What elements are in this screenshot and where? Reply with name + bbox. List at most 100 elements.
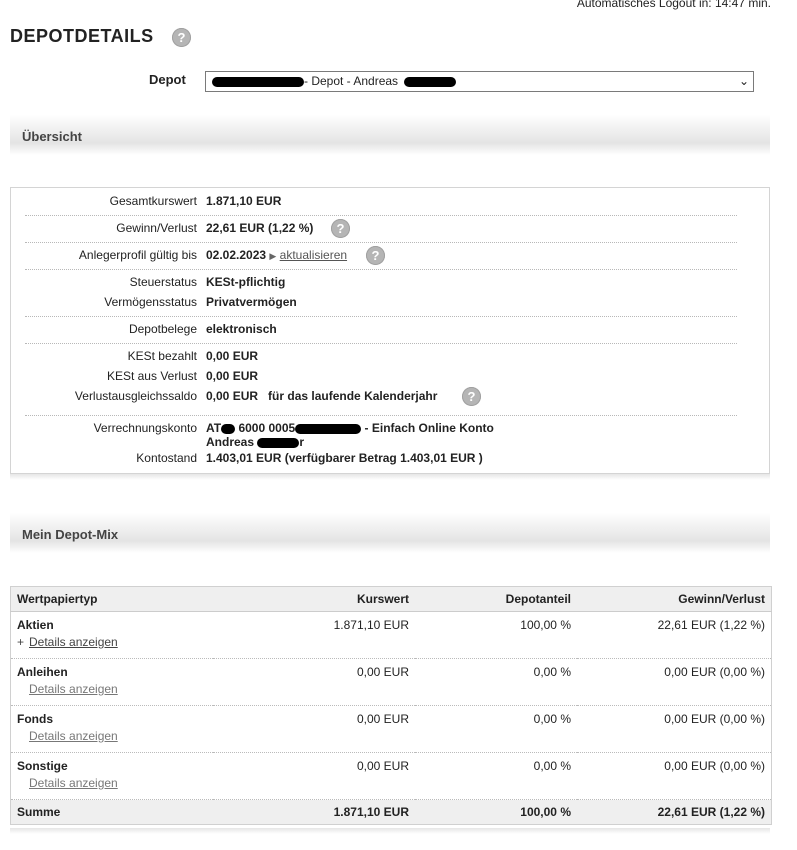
divider [25,316,737,317]
details-link[interactable]: Details anzeigen [17,776,207,790]
row-gewinn: Gewinn/Verlust 22,61 EUR (1,22 %) ? [11,219,771,238]
typ-label: Sonstige [17,759,68,773]
table-sum-row: Summe 1.871,10 EUR 100,00 % 22,61 EUR (1… [10,799,772,825]
steuerstatus-label: Steuerstatus [129,275,197,289]
depot-label: Depot [149,72,186,87]
depot-select[interactable]: - Depot - Andreas ⌄ [205,71,754,92]
row-kontostand: Kontostand 1.403,01 EUR (verfügbarer Bet… [11,451,771,467]
cell-anteil: 0,00 % [415,705,577,753]
row-verlustausgleich: Verlustausgleichssaldo 0,00 EUR für das … [11,387,771,406]
sum-gv: 22,61 EUR (1,22 %) [577,799,772,825]
col-depotanteil: Depotanteil [415,586,577,612]
table-row: Aktien + Details anzeigen 1.871,10 EUR 10… [10,611,772,659]
help-icon[interactable]: ? [366,246,385,265]
sum-anteil: 100,00 % [415,799,577,825]
gewinn-value: 22,61 EUR (1,22 %) [206,221,314,235]
overview-box-shadow [10,474,770,480]
verrechnungskonto-label: Verrechnungskonto [93,421,197,435]
overview-box: Gesamtkurswert 1.871,10 EUR Gewinn/Verlu… [10,187,770,474]
anlegerprofil-date: 02.02.2023 [206,248,267,262]
konto-owner-first: Andreas [206,435,255,449]
arrow-right-icon: ▶ [269,251,277,261]
redacted-depot-number [212,76,304,87]
sum-label: Summe [10,799,213,825]
verlustausgleich-suffix: für das laufende Kalenderjahr [268,389,438,403]
table-row: Sonstige Details anzeigen 0,00 EUR 0,00 … [10,752,772,800]
overview-section-bar [10,115,770,155]
auto-logout-timer: Automatisches Logout in: 14:47 min. [576,0,771,10]
konto-prefix: AT [206,421,222,435]
cell-kurswert: 0,00 EUR [213,705,415,753]
typ-label: Anleihen [17,665,68,679]
row-anlegerprofil: Anlegerprofil gültig bis 02.02.2023 ▶ ak… [11,246,771,265]
redacted-iban-part [295,423,362,434]
typ-label: Fonds [17,712,53,726]
help-icon[interactable]: ? [462,387,481,406]
cell-gv: 22,61 EUR (1,22 %) [577,611,772,659]
page-title: DEPOTDETAILS [10,26,154,46]
mix-section-bar [10,513,770,553]
depot-mix-table: Wertpapiertyp Kurswert Depotanteil Gewin… [10,586,772,825]
divider [25,415,737,416]
vermoegensstatus-value: Privatvermögen [206,295,297,309]
details-link[interactable]: + Details anzeigen [17,635,207,649]
vermoegensstatus-label: Vermögensstatus [104,295,197,309]
cell-typ: Anleihen Details anzeigen [10,658,213,706]
redacted-surname [404,76,457,87]
anlegerprofil-value: 02.02.2023 ▶ aktualisieren [206,248,347,262]
redacted-iban-part [221,423,236,434]
row-kest-verlust: KESt aus Verlust 0,00 EUR [11,369,771,385]
cell-gv: 0,00 EUR (0,00 %) [577,705,772,753]
typ-label: Aktien [17,618,54,632]
mix-table-shadow [10,828,770,834]
aktualisieren-link[interactable]: aktualisieren [280,248,347,262]
sum-kurswert: 1.871,10 EUR [213,799,415,825]
col-wertpapiertyp: Wertpapiertyp [10,586,213,612]
cell-kurswert: 1.871,10 EUR [213,611,415,659]
cell-kurswert: 0,00 EUR [213,658,415,706]
depot-select-value: - Depot - Andreas [304,74,399,88]
mix-section-title: Mein Depot-Mix [22,527,119,542]
anlegerprofil-label: Anlegerprofil gültig bis [78,248,197,262]
konto-mid: 6000 0005 [238,421,296,435]
cell-typ: Aktien + Details anzeigen [10,611,213,659]
plus-icon: + [17,635,25,649]
row-kest-bezahlt: KESt bezahlt 0,00 EUR [11,349,771,365]
kontostand-label: Kontostand [136,451,197,465]
konto-suffix: - Einfach Online Konto [364,421,494,435]
chevron-down-icon: ⌄ [738,74,749,88]
depotbelege-value: elektronisch [206,322,277,336]
details-link[interactable]: Details anzeigen [17,729,207,743]
cell-anteil: 0,00 % [415,658,577,706]
row-depotbelege: Depotbelege elektronisch [11,322,771,338]
gesamtkurswert-value: 1.871,10 EUR [206,194,282,208]
divider [25,269,737,270]
help-icon[interactable]: ? [172,28,191,47]
kest-bezahlt-label: KESt bezahlt [127,349,197,363]
gesamtkurswert-label: Gesamtkurswert [109,194,197,208]
depotbelege-label: Depotbelege [128,322,197,336]
cell-gv: 0,00 EUR (0,00 %) [577,658,772,706]
row-konto-owner: Andreas r [11,435,771,451]
details-link[interactable]: Details anzeigen [17,682,207,696]
col-kurswert: Kurswert [213,586,415,612]
redacted-surname [257,437,300,448]
table-row: Anleihen Details anzeigen 0,00 EUR 0,00 … [10,658,772,706]
verrechnungskonto-value: AT 6000 0005 - Einfach Online Konto [206,421,494,435]
verlustausgleich-label: Verlustausgleichssaldo [74,389,197,403]
konto-owner-end: r [299,435,305,449]
col-gewinn-verlust: Gewinn/Verlust [577,586,772,612]
row-steuerstatus: Steuerstatus KESt-pflichtig [11,275,771,291]
cell-typ: Fonds Details anzeigen [10,705,213,753]
kest-bezahlt-value: 0,00 EUR [206,349,259,363]
cell-gv: 0,00 EUR (0,00 %) [577,752,772,800]
konto-owner: Andreas r [206,435,304,449]
kest-verlust-value: 0,00 EUR [206,369,259,383]
help-icon[interactable]: ? [331,219,350,238]
kontostand-value: 1.403,01 EUR (verfügbarer Betrag 1.403,0… [206,451,483,465]
steuerstatus-value: KESt-pflichtig [206,275,286,289]
divider [25,242,737,243]
overview-section-title: Übersicht [22,129,82,144]
cell-typ: Sonstige Details anzeigen [10,752,213,800]
cell-anteil: 0,00 % [415,752,577,800]
